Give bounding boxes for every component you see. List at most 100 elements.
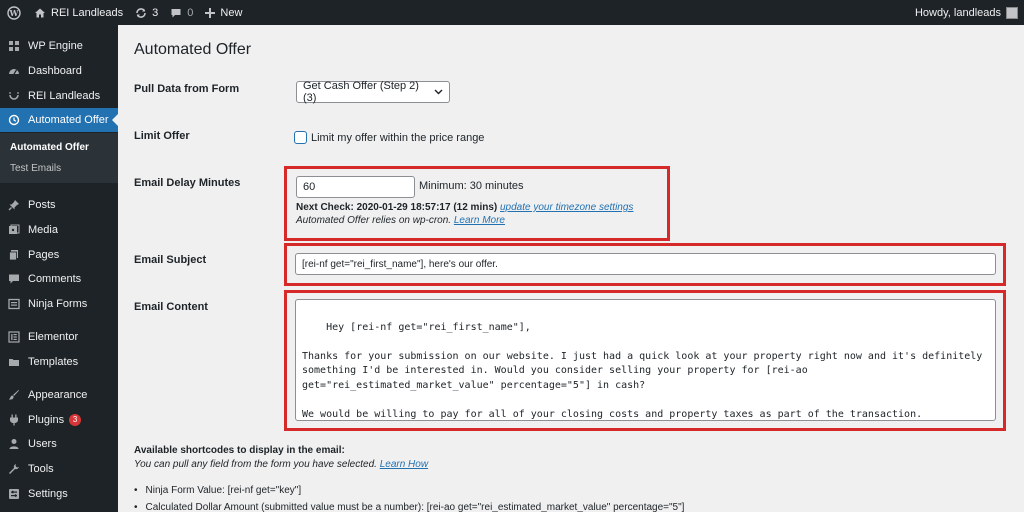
sidebar-item-wp-engine[interactable]: WP Engine	[0, 34, 118, 58]
brush-icon	[7, 388, 21, 402]
submenu: Automated Offer Test Emails	[0, 133, 118, 183]
settings-icon	[7, 487, 21, 501]
shortcodes-title: Available shortcodes to display in the e…	[134, 445, 345, 456]
updates-icon	[135, 7, 147, 19]
site-name: REI Landleads	[51, 6, 124, 19]
resize-handle-icon[interactable]	[986, 411, 994, 419]
sidebar-item-dashboard[interactable]: Dashboard	[0, 59, 118, 83]
email-content-textarea[interactable]: Hey [rei-nf get="rei_first_name"], Thank…	[295, 299, 996, 421]
svg-text:W: W	[9, 8, 20, 18]
form-select[interactable]: Get Cash Offer (Step 2) (3)	[296, 80, 450, 104]
comment-bubble-icon	[170, 7, 182, 19]
sidebar-item-comments[interactable]: Comments	[0, 267, 118, 291]
sidebar-item-rei-landleads[interactable]: REI Landleads	[0, 84, 118, 108]
limit-offer-checkbox[interactable]	[294, 131, 307, 144]
grid-icon	[7, 39, 21, 53]
user-icon	[7, 437, 21, 451]
email-delay-input[interactable]: 60	[296, 176, 415, 198]
sidebar-item-label: Pages	[28, 249, 60, 261]
sidebar-item-label: Posts	[28, 199, 56, 211]
cron-note-line: Automated Offer relies on wp-cron. Learn…	[296, 215, 505, 226]
sidebar-item-label: Media	[28, 224, 58, 236]
sidebar-item-label: Tools	[28, 463, 54, 475]
submenu-item-automated-offer[interactable]: Automated Offer	[10, 142, 89, 153]
email-subject-label: Email Subject	[134, 254, 207, 266]
next-check-line: Next Check: 2020-01-29 18:57:17 (12 mins…	[296, 202, 633, 213]
plugin-icon	[7, 413, 21, 427]
email-content-label: Email Content	[134, 301, 208, 313]
site-name-link[interactable]: REI Landleads	[28, 0, 129, 25]
plus-icon	[205, 7, 216, 18]
learn-how-link[interactable]: Learn How	[380, 459, 428, 470]
limit-offer-checkbox-label[interactable]: Limit my offer within the price range	[311, 132, 484, 144]
sidebar-item-templates[interactable]: Templates	[0, 350, 118, 374]
sidebar-item-pages[interactable]: Pages	[0, 243, 118, 267]
sidebar-item-settings[interactable]: Settings	[0, 482, 118, 506]
shortcodes-desc-line: You can pull any field from the form you…	[134, 459, 428, 470]
my-account-link[interactable]: Howdy, landleads	[909, 0, 1024, 25]
sidebar-item-label: Settings	[28, 488, 68, 500]
comment-icon	[7, 272, 21, 286]
shortcodes-desc: You can pull any field from the form you…	[134, 459, 377, 470]
sidebar-item-label: Automated Offer	[28, 114, 109, 126]
pin-icon	[7, 198, 21, 212]
list-item: • Ninja Form Value: [rei-nf get="key"]	[134, 485, 301, 496]
bullet-icon: •	[134, 485, 138, 496]
email-delay-min: Minimum: 30 minutes	[419, 180, 524, 192]
sidebar-item-elementor[interactable]: Elementor	[0, 325, 118, 349]
chevron-down-icon	[434, 87, 443, 97]
smile-icon	[7, 89, 21, 103]
dashboard-icon	[7, 64, 21, 78]
updates-link[interactable]: 3	[129, 0, 164, 25]
next-check-text: Next Check: 2020-01-29 18:57:17 (12 mins…	[296, 202, 498, 213]
cron-note: Automated Offer relies on wp-cron.	[296, 215, 452, 226]
shortcode-text: Ninja Form Value: [rei-nf get="key"]	[145, 485, 302, 496]
sidebar-item-label: Users	[28, 438, 57, 450]
list-item: • Calculated Dollar Amount (submitted val…	[134, 502, 684, 512]
sidebar-item-label: Elementor	[28, 331, 79, 343]
new-label: New	[220, 6, 243, 19]
sidebar-item-label: Appearance	[28, 389, 88, 401]
limit-offer-row: Limit my offer within the price range	[294, 131, 484, 144]
update-timezone-link[interactable]: update your timezone settings	[500, 202, 633, 213]
sidebar-item-users[interactable]: Users	[0, 432, 118, 456]
admin-bar: W REI Landleads 3 0 New Howdy, landleads	[0, 0, 1024, 25]
sidebar-item-label: Templates	[28, 356, 79, 368]
folder-icon	[7, 355, 21, 369]
limit-offer-label: Limit Offer	[134, 130, 190, 142]
sidebar-item-tools[interactable]: Tools	[0, 457, 118, 481]
plugins-update-badge: 3	[69, 414, 82, 426]
bullet-icon: •	[134, 502, 138, 512]
sidebar-item-appearance[interactable]: Appearance	[0, 383, 118, 407]
history-icon	[7, 113, 21, 127]
sidebar-item-label: Dashboard	[28, 65, 82, 77]
form-select-value: Get Cash Offer (Step 2) (3)	[303, 80, 419, 104]
elementor-icon	[7, 330, 21, 344]
email-delay-label: Email Delay Minutes	[134, 177, 241, 189]
sidebar-item-plugins[interactable]: Plugins 3	[0, 408, 118, 432]
email-subject-input[interactable]: [rei-nf get="rei_first_name"], here's ou…	[295, 253, 996, 275]
comments-link[interactable]: 0	[164, 0, 199, 25]
sidebar-item-media[interactable]: Media	[0, 218, 118, 242]
sidebar-item-posts[interactable]: Posts	[0, 193, 118, 217]
learn-more-link[interactable]: Learn More	[454, 215, 505, 226]
sidebar-item-label: Plugins	[28, 414, 65, 426]
sidebar-item-label: REI Landleads	[28, 90, 101, 102]
email-content-text: Hey [rei-nf get="rei_first_name"], Thank…	[302, 321, 983, 420]
new-content-link[interactable]: New	[199, 0, 248, 25]
sidebar-item-label: Comments	[28, 273, 82, 285]
submenu-item-test-emails[interactable]: Test Emails	[10, 163, 61, 174]
sidebar-item-automated-offer[interactable]: Automated Offer	[0, 108, 118, 132]
home-icon	[34, 7, 46, 19]
pages-icon	[7, 248, 21, 262]
page-title: Automated Offer	[134, 41, 252, 58]
shortcode-text: Calculated Dollar Amount (submitted valu…	[145, 502, 685, 512]
media-icon	[7, 223, 21, 237]
sidebar-item-label: Ninja Forms	[28, 298, 88, 310]
updates-count: 3	[152, 6, 159, 19]
admin-sidebar: WP Engine Dashboard REI Landleads Automa…	[0, 25, 118, 512]
howdy-text: Howdy, landleads	[914, 6, 1001, 19]
sidebar-item-ninja-forms[interactable]: Ninja Forms	[0, 292, 118, 316]
main-content: Automated Offer Pull Data from Form Get …	[118, 25, 1024, 512]
wordpress-logo-icon[interactable]: W	[0, 0, 28, 25]
